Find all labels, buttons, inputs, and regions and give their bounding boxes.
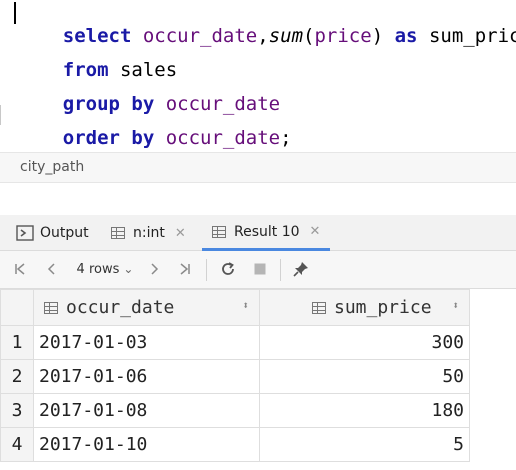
column-header-occur-date[interactable]: occur_date ⬍ [33, 289, 260, 326]
tab-result-10-label: Result 10 [234, 223, 300, 240]
stop-button[interactable] [250, 259, 270, 279]
output-console-icon [16, 225, 34, 241]
keyword-order-by: order by [62, 127, 155, 149]
text-cursor [14, 2, 16, 24]
function-sum: sum [268, 25, 304, 47]
column-icon [312, 301, 326, 314]
tab-output[interactable]: Output [16, 215, 89, 251]
pin-tab-button[interactable] [291, 259, 311, 279]
row-count-dropdown[interactable]: 4 rows ⌄ [74, 259, 136, 279]
comma: , [257, 25, 269, 47]
column-price: price [314, 25, 372, 47]
table-row[interactable]: 2 2017-01-06 50 [0, 359, 470, 394]
last-page-button[interactable] [175, 259, 195, 279]
code-line-3[interactable]: group by occur_date [17, 68, 280, 115]
results-toolbar: 4 rows ⌄ [0, 251, 516, 289]
table-grid-icon [212, 225, 226, 238]
first-page-button[interactable] [10, 259, 30, 279]
last-page-icon [180, 263, 190, 275]
cell-occur-date[interactable]: 2017-01-03 [33, 325, 260, 360]
reload-button[interactable] [217, 259, 239, 279]
row-count-label: 4 rows [76, 261, 120, 277]
close-icon[interactable]: ✕ [175, 226, 186, 241]
code-line-4[interactable]: order by occur_date; [17, 102, 292, 149]
table-row[interactable]: 1 2017-01-03 300 [0, 325, 470, 360]
semicolon: ; [280, 127, 292, 149]
header-row: occur_date ⬍ sum_price ⬍ [0, 289, 470, 326]
table-row[interactable]: 4 2017-01-10 5 [0, 427, 470, 462]
next-page-button[interactable] [144, 259, 164, 279]
cell-sum-price[interactable]: 180 [259, 393, 470, 428]
sql-editor[interactable]: select occur_date,sum(price) as sum_pric… [0, 0, 516, 152]
toolbar-divider [280, 259, 281, 281]
results-grid: occur_date ⬍ sum_price ⬍ 1 2017-01-03 30… [0, 289, 516, 470]
breadcrumb-path[interactable]: city_path [20, 159, 84, 175]
row-number[interactable]: 3 [0, 393, 34, 428]
cell-sum-price[interactable]: 300 [259, 325, 470, 360]
alias-sum-price: sum_price [428, 25, 516, 47]
results-table: occur_date ⬍ sum_price ⬍ 1 2017-01-03 30… [0, 289, 470, 462]
row-number[interactable]: 1 [0, 325, 34, 360]
table-row[interactable]: 3 2017-01-08 180 [0, 393, 470, 428]
paren-open: ( [303, 25, 315, 47]
cell-sum-price[interactable]: 50 [259, 359, 470, 394]
row-number[interactable]: 2 [0, 359, 34, 394]
stop-icon [254, 263, 266, 275]
statement-end-marker [0, 105, 5, 125]
cell-occur-date[interactable]: 2017-01-06 [33, 359, 260, 394]
column-header-label: sum_price [334, 297, 432, 318]
panel-separator [0, 183, 516, 215]
tab-n-int[interactable]: n:int ✕ [111, 215, 186, 251]
breadcrumb: city_path [0, 152, 516, 183]
tab-result-10[interactable]: Result 10 ✕ [202, 215, 331, 251]
chevron-down-icon: ⌄ [123, 262, 134, 276]
reload-icon [222, 262, 234, 275]
pin-icon [293, 262, 308, 277]
column-icon [44, 301, 58, 314]
cell-occur-date[interactable]: 2017-01-08 [33, 393, 260, 428]
result-tabs: Output n:int ✕ Result 10 ✕ [0, 215, 516, 251]
row-number[interactable]: 4 [0, 427, 34, 462]
first-page-icon [15, 263, 25, 275]
code-line-1[interactable]: select occur_date,sum(price) as sum_pric… [17, 0, 516, 47]
keyword-as: as [394, 25, 418, 47]
chevron-right-icon [151, 263, 159, 275]
row-number-header [0, 289, 34, 326]
column-occur-date: occur_date [165, 127, 281, 149]
prev-page-button[interactable] [42, 259, 62, 279]
table-grid-icon [111, 227, 125, 239]
paren-close: ) [371, 25, 384, 47]
sort-icon[interactable]: ⬍ [452, 299, 459, 312]
column-header-label: occur_date [66, 297, 175, 318]
chevron-left-icon [47, 263, 55, 275]
code-line-2[interactable]: from sales [17, 34, 177, 81]
toolbar-divider [206, 259, 207, 281]
column-header-sum-price[interactable]: sum_price ⬍ [259, 289, 470, 326]
tab-output-label: Output [40, 225, 89, 241]
cell-sum-price[interactable]: 5 [259, 427, 470, 462]
tab-n-int-label: n:int [133, 225, 165, 241]
close-icon[interactable]: ✕ [310, 224, 321, 239]
sort-icon[interactable]: ⬍ [242, 299, 249, 312]
cell-occur-date[interactable]: 2017-01-10 [33, 427, 260, 462]
